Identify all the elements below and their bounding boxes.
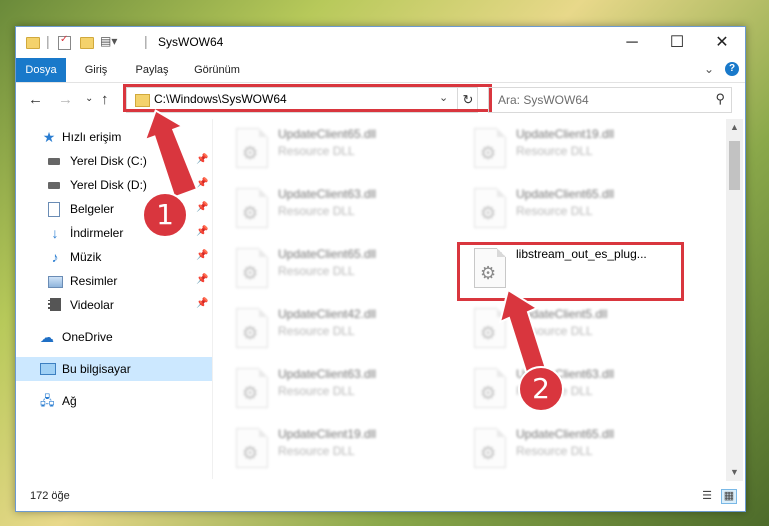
arrow-2 <box>498 288 549 380</box>
arrow-1 <box>143 109 199 199</box>
step-marker-1: 1 <box>142 192 188 238</box>
step-marker-2: 2 <box>518 366 564 412</box>
annotation-arrows <box>143 109 549 380</box>
